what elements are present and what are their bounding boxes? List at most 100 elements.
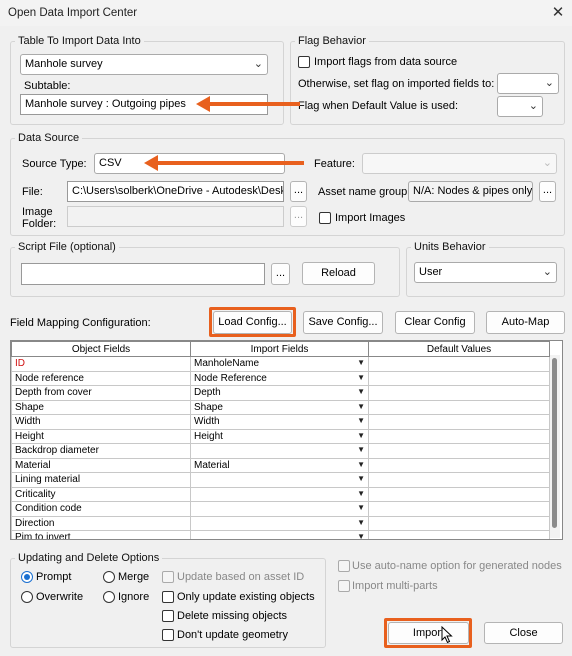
dropdown-arrow-icon[interactable]: ▼ [357, 358, 365, 367]
table-row[interactable]: Criticality ▼ [11, 486, 550, 502]
table-row[interactable]: Lining material ▼ [11, 472, 550, 488]
default-value-cell[interactable] [368, 356, 550, 372]
import-field-cell[interactable]: Depth ▼ [190, 385, 369, 401]
default-value-cell[interactable] [368, 515, 550, 531]
import-field-cell[interactable]: Width ▼ [190, 414, 369, 430]
merge-radio[interactable] [103, 571, 115, 583]
asset-name-select[interactable]: N/A: Nodes & pipes only [408, 181, 533, 202]
file-path-field[interactable]: C:\Users\solberk\OneDrive - Autodesk\Des… [67, 181, 284, 202]
table-row[interactable]: Direction ▼ [11, 515, 550, 531]
dropdown-arrow-icon[interactable]: ▼ [357, 489, 365, 498]
subtable-value: Manhole survey : Outgoing pipes [25, 98, 186, 110]
dropdown-arrow-icon[interactable]: ▼ [357, 416, 365, 425]
image-folder-browse-button[interactable]: ... [290, 206, 307, 227]
clear-config-button[interactable]: Clear Config [395, 311, 475, 334]
overwrite-radio[interactable] [21, 591, 33, 603]
import-field-cell[interactable]: Height ▼ [190, 428, 369, 444]
otherwise-flag-label: Otherwise, set flag on imported fields t… [298, 78, 495, 90]
import-field-cell[interactable]: ManholeName ▼ [190, 356, 369, 372]
delete-missing-checkbox[interactable] [162, 610, 174, 622]
default-value-cell[interactable] [368, 428, 550, 444]
default-flag-label: Flag when Default Value is used: [298, 100, 458, 112]
table-row[interactable]: Material Material ▼ [11, 457, 550, 473]
default-value-cell[interactable] [368, 486, 550, 502]
import-field-cell[interactable]: ▼ [190, 486, 369, 502]
dropdown-arrow-icon[interactable]: ▼ [357, 402, 365, 411]
table-row[interactable]: Shape Shape ▼ [11, 399, 550, 415]
close-icon[interactable]: ✕ [548, 3, 568, 23]
ignore-radio[interactable] [103, 591, 115, 603]
default-value-cell[interactable] [368, 457, 550, 473]
table-row[interactable]: ID ManholeName ▼ [11, 356, 550, 372]
import-field-cell[interactable]: ▼ [190, 443, 369, 459]
image-folder-field[interactable] [67, 206, 284, 227]
update-options-legend: Updating and Delete Options [18, 552, 160, 564]
import-highlight [384, 618, 472, 648]
auto-name-checkbox[interactable] [338, 560, 350, 572]
object-field-cell: Height [11, 428, 191, 444]
table-row[interactable]: Pim to invert ▼ [11, 530, 550, 539]
units-select[interactable]: User ⌄ [414, 262, 557, 283]
table-row[interactable]: Depth from cover Depth ▼ [11, 385, 550, 401]
import-field-cell[interactable]: ▼ [190, 472, 369, 488]
update-asset-id-checkbox[interactable] [162, 571, 174, 583]
source-type-arrow-icon [144, 155, 158, 171]
col-header-object-fields: Object Fields [11, 341, 191, 357]
default-flag-select[interactable]: ⌄ [497, 96, 543, 117]
table-row[interactable]: Height Height ▼ [11, 428, 550, 444]
close-button[interactable]: Close [484, 622, 563, 644]
dropdown-arrow-icon[interactable]: ▼ [357, 474, 365, 483]
default-value-cell[interactable] [368, 399, 550, 415]
import-images-checkbox[interactable] [319, 212, 331, 224]
auto-map-button[interactable]: Auto-Map [486, 311, 565, 334]
save-config-button[interactable]: Save Config... [303, 311, 383, 334]
dropdown-arrow-icon[interactable]: ▼ [357, 387, 365, 396]
table-select[interactable]: Manhole survey ⌄ [20, 54, 268, 75]
dropdown-arrow-icon[interactable]: ▼ [357, 503, 365, 512]
table-row[interactable]: Width Width ▼ [11, 414, 550, 430]
only-update-existing-checkbox[interactable] [162, 591, 174, 603]
import-field-cell[interactable]: Material ▼ [190, 457, 369, 473]
source-type-arrow-line [156, 161, 304, 165]
reload-button[interactable]: Reload [302, 262, 375, 285]
import-field-cell[interactable]: Node Reference ▼ [190, 370, 369, 386]
dropdown-arrow-icon[interactable]: ▼ [357, 373, 365, 382]
object-field-cell: Criticality [11, 486, 191, 502]
default-value-cell[interactable] [368, 472, 550, 488]
otherwise-flag-select[interactable]: ⌄ [497, 73, 559, 94]
import-field-cell[interactable]: Shape ▼ [190, 399, 369, 415]
import-field-cell[interactable]: ▼ [190, 515, 369, 531]
multi-parts-checkbox[interactable] [338, 580, 350, 592]
dropdown-arrow-icon[interactable]: ▼ [357, 518, 365, 527]
default-value-cell[interactable] [368, 414, 550, 430]
import-flags-label: Import flags from data source [314, 56, 458, 68]
dont-update-geometry-checkbox[interactable] [162, 629, 174, 641]
field-mapping-table: Object Fields Import Fields Default Valu… [11, 341, 550, 539]
import-flags-checkbox[interactable] [298, 56, 310, 68]
script-file-field[interactable] [21, 263, 265, 285]
default-value-cell[interactable] [368, 370, 550, 386]
default-value-cell[interactable] [368, 385, 550, 401]
dropdown-arrow-icon[interactable]: ▼ [357, 532, 365, 539]
dropdown-arrow-icon[interactable]: ▼ [357, 445, 365, 454]
table-row[interactable]: Node reference Node Reference ▼ [11, 370, 550, 386]
default-value-cell[interactable] [368, 443, 550, 459]
asset-name-value: N/A: Nodes & pipes only [413, 185, 533, 197]
feature-select[interactable]: ⌄ [362, 153, 557, 174]
table-row[interactable]: Backdrop diameter ▼ [11, 443, 550, 459]
grid-scrollbar-thumb[interactable] [552, 358, 557, 528]
file-browse-button[interactable]: ... [290, 181, 307, 202]
default-value-cell[interactable] [368, 501, 550, 517]
asset-name-browse-button[interactable]: ... [539, 181, 556, 202]
asset-name-label: Asset name group: [318, 186, 411, 198]
import-field-cell[interactable]: ▼ [190, 501, 369, 517]
dropdown-arrow-icon[interactable]: ▼ [357, 431, 365, 440]
table-select-value: Manhole survey [25, 58, 103, 70]
default-value-cell[interactable] [368, 530, 550, 539]
table-row[interactable]: Condition code ▼ [11, 501, 550, 517]
prompt-radio[interactable] [21, 571, 33, 583]
script-browse-button[interactable]: ... [271, 263, 290, 285]
import-images-label: Import Images [335, 212, 406, 224]
import-field-cell[interactable]: ▼ [190, 530, 369, 539]
dropdown-arrow-icon[interactable]: ▼ [357, 460, 365, 469]
